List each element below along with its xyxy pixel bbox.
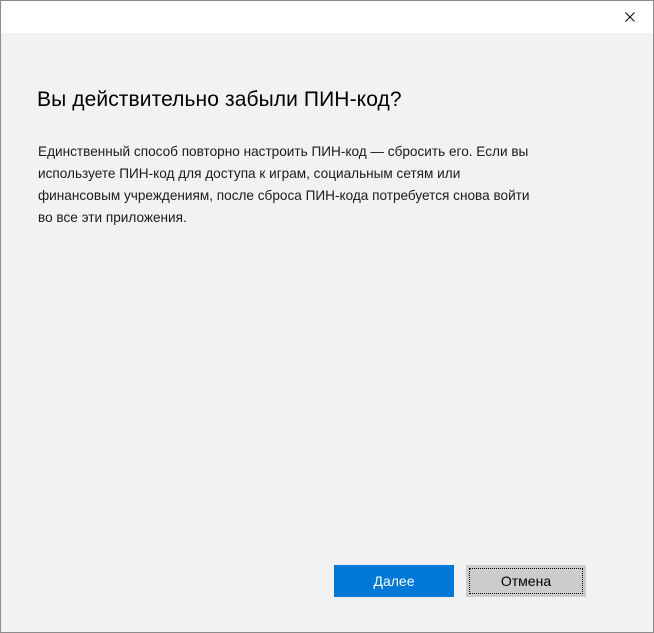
message-line: финансовым учреждениям, после сброса ПИН… <box>38 188 530 203</box>
dialog-window: Вы действительно забыли ПИН-код? Единств… <box>0 0 654 633</box>
dialog-content: Вы действительно забыли ПИН-код? Единств… <box>1 33 653 632</box>
dialog-message: Единственный способ повторно настроить П… <box>38 141 598 229</box>
message-line: во все эти приложения. <box>38 210 187 225</box>
close-button[interactable] <box>607 1 653 33</box>
message-line: используете ПИН-код для доступа к играм,… <box>38 166 461 181</box>
dialog-title: Вы действительно забыли ПИН-код? <box>37 88 402 111</box>
next-button[interactable]: Далее <box>334 565 454 597</box>
message-line: Единственный способ повторно настроить П… <box>38 144 529 159</box>
title-bar[interactable] <box>1 1 653 33</box>
cancel-button[interactable]: Отмена <box>466 565 586 597</box>
close-icon <box>625 12 635 22</box>
